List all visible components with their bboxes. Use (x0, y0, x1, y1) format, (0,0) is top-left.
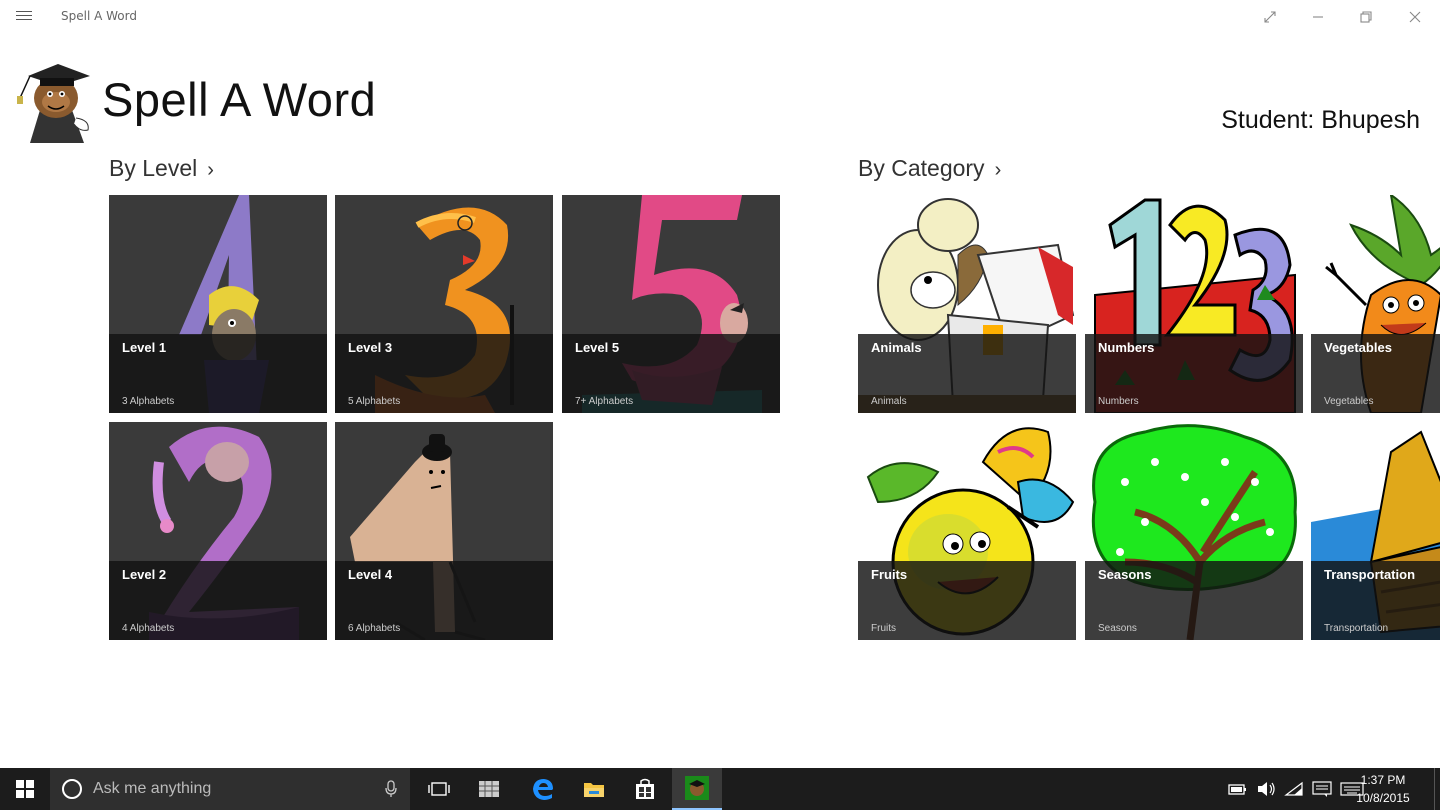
search-placeholder: Ask me anything (93, 780, 212, 797)
tile-seasons[interactable]: Seasons Seasons (1085, 422, 1303, 640)
tile-animals[interactable]: Animals Animals (858, 195, 1076, 413)
taskbar: Ask me anything 1:37 PM 10/8/2015 (0, 768, 1440, 810)
by-level-label: By Level (109, 155, 198, 181)
edge-icon[interactable] (518, 768, 568, 810)
tile-subtitle: Vegetables (1324, 396, 1374, 407)
tile-title: Level 2 (122, 567, 167, 582)
battery-icon[interactable] (1228, 782, 1248, 796)
chevron-right-icon: › (994, 159, 1002, 181)
tile-subtitle: Numbers (1098, 396, 1139, 407)
microphone-icon[interactable] (384, 780, 398, 798)
student-label: Student: (1221, 106, 1315, 134)
fullscreen-icon[interactable] (1250, 4, 1290, 30)
restore-icon[interactable] (1346, 4, 1386, 30)
system-tray (1228, 768, 1364, 810)
tile-transportation[interactable]: Transportation Transportation (1311, 422, 1440, 640)
clock[interactable]: 1:37 PM 10/8/2015 (1348, 771, 1418, 807)
task-view-icon[interactable] (414, 768, 464, 810)
close-icon[interactable] (1395, 4, 1435, 30)
show-desktop-button[interactable] (1434, 768, 1440, 810)
tile-subtitle: Fruits (871, 623, 896, 634)
tile-level-5[interactable]: Level 5 7+ Alphabets (562, 195, 780, 413)
tile-level-4[interactable]: Level 4 6 Alphabets (335, 422, 553, 640)
title-bar: Spell A Word (0, 0, 1440, 34)
tile-subtitle: Seasons (1098, 623, 1137, 634)
hamburger-icon[interactable] (14, 8, 34, 26)
start-button[interactable] (0, 768, 50, 810)
tile-level-3[interactable]: Level 3 5 Alphabets (335, 195, 553, 413)
tile-title: Level 3 (348, 340, 393, 355)
by-category-label: By Category (858, 155, 985, 181)
tile-subtitle: Transportation (1324, 623, 1389, 634)
graduate-logo-icon (17, 64, 90, 143)
clock-time: 1:37 PM (1360, 773, 1406, 787)
tile-title: Animals (871, 340, 922, 355)
tile-subtitle: 3 Alphabets (122, 396, 175, 407)
tile-title: Level 5 (575, 340, 620, 355)
file-explorer-icon[interactable] (569, 768, 619, 810)
windows-logo-icon (16, 780, 34, 798)
app-title: Spell A Word (102, 73, 377, 126)
tile-numbers[interactable]: Numbers Numbers (1085, 195, 1303, 413)
notifications-icon[interactable] (1312, 780, 1332, 798)
windows-store-icon[interactable] (620, 768, 670, 810)
volume-icon[interactable] (1256, 781, 1276, 797)
tile-level-2[interactable]: Level 2 4 Alphabets (109, 422, 327, 640)
by-level-header[interactable]: By Level › (109, 155, 214, 182)
tile-title: Fruits (871, 567, 908, 582)
app-window: Spell A Word Spell A Word Student: Bhupe… (0, 0, 1440, 768)
by-category-header[interactable]: By Category › (858, 155, 1001, 182)
cortana-search-box[interactable]: Ask me anything (50, 768, 410, 810)
tile-title: Numbers (1098, 340, 1155, 355)
tile-title: Level 1 (122, 340, 167, 355)
student-name: Bhupesh (1321, 106, 1420, 134)
tile-title: Seasons (1098, 567, 1152, 582)
store-grid-icon[interactable] (464, 768, 514, 810)
chevron-right-icon: › (207, 159, 214, 181)
tile-subtitle: 7+ Alphabets (575, 396, 634, 407)
tile-subtitle: 5 Alphabets (348, 396, 401, 407)
tile-fruits[interactable]: Fruits Fruits (858, 422, 1076, 640)
minimize-icon[interactable] (1298, 4, 1338, 30)
tile-subtitle: Animals (871, 396, 907, 407)
student-info: Student: Bhupesh (1221, 106, 1420, 135)
clock-date: 10/8/2015 (1356, 791, 1410, 805)
tile-title: Level 4 (348, 567, 393, 582)
spell-a-word-app-icon[interactable] (672, 768, 722, 810)
tile-vegetables[interactable]: Vegetables Vegetables (1311, 195, 1440, 413)
tile-subtitle: 6 Alphabets (348, 623, 401, 634)
tile-subtitle: 4 Alphabets (122, 623, 175, 634)
window-title: Spell A Word (61, 9, 137, 23)
tile-title: Transportation (1324, 567, 1416, 582)
tile-level-1[interactable]: Level 1 3 Alphabets (109, 195, 327, 413)
tile-title: Vegetables (1324, 340, 1392, 355)
cortana-icon (62, 779, 82, 799)
wifi-icon[interactable] (1284, 781, 1304, 797)
